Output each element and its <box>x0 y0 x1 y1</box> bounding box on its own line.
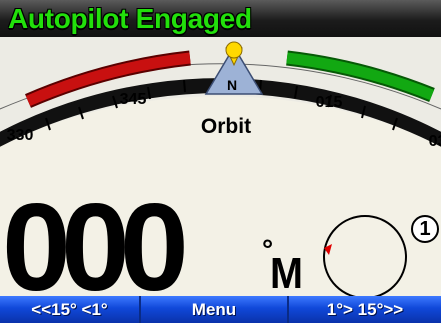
autopilot-screen: Autopilot Engaged N 345 015 330 0 Orbit … <box>0 0 441 323</box>
menu-button[interactable]: Menu <box>141 296 289 323</box>
orbit-pattern-icon <box>323 215 407 299</box>
autopilot-status: Autopilot Engaged <box>8 3 252 34</box>
scale-label-345: 345 <box>120 91 147 108</box>
starboard-step-button[interactable]: 1°> 15°>> <box>289 296 441 323</box>
heading-reference: M <box>270 249 303 298</box>
step-badge: 1 <box>411 215 439 243</box>
scale-label-030: 030 <box>429 133 441 150</box>
heading-readout: 000 <box>2 179 189 317</box>
scale-label-015: 015 <box>316 94 343 111</box>
compass-strip: N 345 015 330 030 Orbit <box>0 37 441 150</box>
status-bar: Autopilot Engaged <box>0 0 441 37</box>
port-step-button[interactable]: <<15° <1° <box>0 296 141 323</box>
north-label: N <box>227 77 237 93</box>
scale-label-330: 330 <box>7 127 34 144</box>
softkey-bar: <<15° <1° Menu 1°> 15°>> <box>0 296 441 323</box>
mode-label: Orbit <box>201 115 251 138</box>
